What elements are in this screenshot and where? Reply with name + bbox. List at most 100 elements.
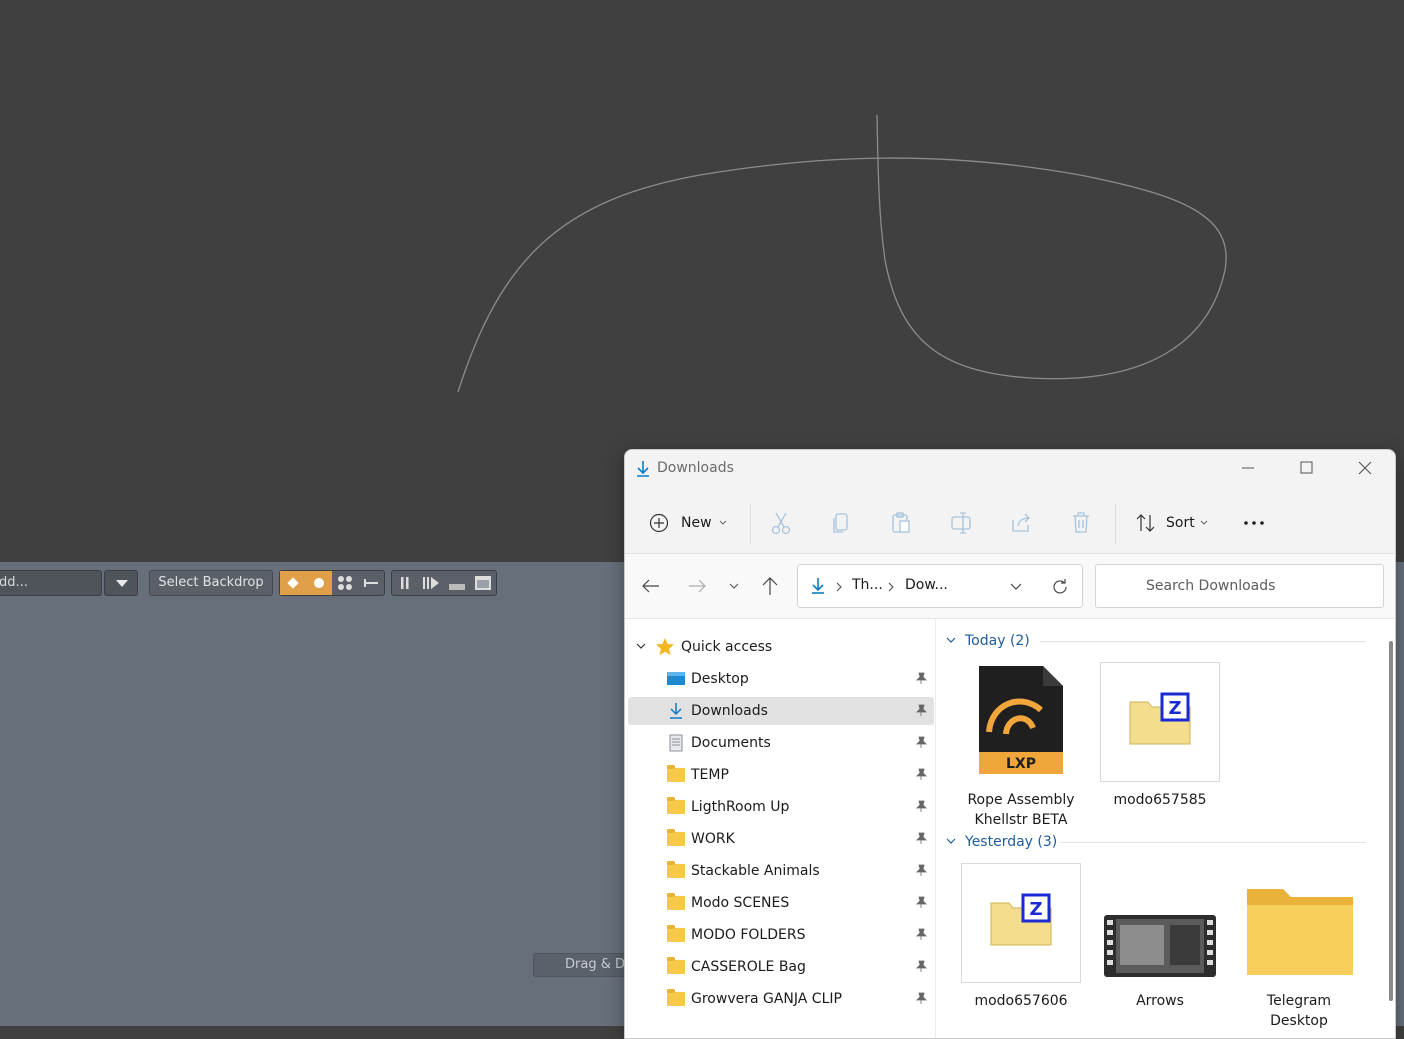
group-divider <box>1040 641 1366 642</box>
file-tile[interactable]: Arrows <box>1100 863 1220 1013</box>
title-bar[interactable]: Downloads <box>625 450 1395 490</box>
pin-icon <box>916 704 927 716</box>
sort-icon <box>1136 514 1155 532</box>
command-bar: New Sort <box>625 490 1395 554</box>
toolbar-divider <box>1115 504 1116 544</box>
search-input[interactable]: Search Downloads <box>1095 564 1384 608</box>
nav-folder-lightroom[interactable]: LigthRoom Up <box>628 793 934 821</box>
zip-badge-text: Z <box>1029 899 1042 920</box>
up-arrow-icon[interactable] <box>761 576 779 596</box>
breadcrumb-downloads[interactable]: Dow... <box>905 577 948 593</box>
nav-item-label: MODO FOLDERS <box>691 927 806 943</box>
navigation-bar: Th... Dow... Search Downloads <box>625 554 1395 618</box>
nav-documents[interactable]: Documents <box>628 729 934 757</box>
nav-item-label: Growvera GANJA CLIP <box>691 991 842 1007</box>
folder-icon <box>667 829 685 846</box>
folder-icon <box>667 765 685 782</box>
pin-icon <box>916 672 927 684</box>
nav-folder-stackable[interactable]: Stackable Animals <box>628 857 934 885</box>
file-explorer-window: Downloads New Sort Th... Dow... Search D… <box>624 449 1396 1039</box>
scrollbar-thumb[interactable] <box>1389 641 1393 1001</box>
more-options-icon[interactable] <box>1242 508 1266 538</box>
diamond-mode-icon[interactable] <box>280 571 306 595</box>
chevron-down-icon <box>1200 520 1208 525</box>
nav-item-label: CASSEROLE Bag <box>691 959 806 975</box>
file-tile[interactable]: Z modo657585 <box>1100 662 1220 812</box>
address-dropdown-icon[interactable] <box>1010 583 1022 591</box>
folder-icon <box>667 957 685 974</box>
nav-folder-temp[interactable]: TEMP <box>628 761 934 789</box>
forward-arrow-icon[interactable] <box>687 578 707 594</box>
nav-folder-modo-folders[interactable]: MODO FOLDERS <box>628 921 934 949</box>
file-name: Arrows <box>1136 993 1184 1009</box>
pin-icon <box>916 896 927 908</box>
step-icon[interactable] <box>418 571 444 595</box>
paste-icon[interactable] <box>889 508 913 538</box>
select-backdrop-button[interactable]: Select Backdrop <box>149 570 273 596</box>
lxp-badge-text: LXP <box>1006 756 1036 772</box>
pin-icon <box>916 768 927 780</box>
minimize-button[interactable] <box>1219 450 1277 486</box>
documents-icon <box>666 734 686 752</box>
nav-downloads[interactable]: Downloads <box>628 697 934 725</box>
pin-icon <box>916 736 927 748</box>
rename-icon[interactable] <box>949 508 973 538</box>
download-icon <box>666 702 686 720</box>
file-tile[interactable]: LXP Rope Assembly Khellstr BETA <box>961 662 1081 828</box>
circle-mode-icon[interactable] <box>306 571 332 595</box>
nav-item-label: WORK <box>691 831 735 847</box>
nav-item-label: LigthRoom Up <box>691 799 790 815</box>
file-tile[interactable]: Telegram Desktop <box>1239 863 1359 1033</box>
back-arrow-icon[interactable] <box>641 578 661 594</box>
nav-item-label: Stackable Animals <box>691 863 820 879</box>
pin-icon <box>916 928 927 940</box>
vertical-scrollbar[interactable] <box>1387 621 1395 1038</box>
navigation-pane[interactable]: Quick access Desktop Downloads Documents… <box>625 619 935 1038</box>
nav-folder-modo-scenes[interactable]: Modo SCENES <box>628 889 934 917</box>
delete-icon[interactable] <box>1069 508 1093 538</box>
recent-locations-chevron-icon[interactable] <box>729 582 739 590</box>
address-bar[interactable]: Th... Dow... <box>797 564 1083 608</box>
sort-button[interactable]: Sort <box>1135 508 1215 538</box>
breadcrumb-this-pc[interactable]: Th... <box>852 577 883 593</box>
chevron-right-icon <box>836 582 842 592</box>
star-icon <box>656 638 674 656</box>
pin-icon <box>916 832 927 844</box>
toolbar-divider <box>750 504 751 544</box>
grid-mode-icon[interactable] <box>332 571 358 595</box>
nav-desktop[interactable]: Desktop <box>628 665 934 693</box>
node-view-group <box>391 570 497 596</box>
quick-access-label: Quick access <box>681 639 773 655</box>
file-name: Telegram Desktop <box>1266 993 1332 1029</box>
line-mode-icon[interactable] <box>358 571 384 595</box>
nav-quick-access[interactable]: Quick access <box>628 633 934 661</box>
chevron-down-icon <box>946 637 956 643</box>
refresh-icon[interactable] <box>1050 577 1070 597</box>
file-name: Rope Assembly Khellstr BETA <box>967 792 1075 828</box>
pin-icon <box>916 864 927 876</box>
new-button[interactable]: New <box>649 508 739 538</box>
add-node-dropdown-field[interactable]: dd... <box>0 570 102 596</box>
nav-folder-casserole[interactable]: CASSEROLE Bag <box>628 953 934 981</box>
cut-icon[interactable] <box>769 508 793 538</box>
file-tile[interactable]: Z modo657606 <box>961 863 1081 1013</box>
nav-item-label: TEMP <box>691 767 729 783</box>
share-icon[interactable] <box>1009 508 1033 538</box>
desktop-icon <box>666 670 686 688</box>
video-file-icon <box>1104 915 1216 977</box>
collapse-icon[interactable] <box>444 571 470 595</box>
file-name: modo657585 <box>1113 792 1207 808</box>
copy-icon[interactable] <box>829 508 853 538</box>
nav-folder-growvera[interactable]: Growvera GANJA CLIP <box>628 985 934 1013</box>
maximize-button[interactable] <box>1277 450 1335 486</box>
chevron-right-icon <box>888 582 894 592</box>
node-mode-group <box>279 570 385 596</box>
pause-icon[interactable] <box>392 571 418 595</box>
panel-icon[interactable] <box>470 571 496 595</box>
pin-icon <box>916 800 927 812</box>
close-button[interactable] <box>1335 450 1393 486</box>
file-list[interactable]: Today (2) LXP Rope Assembly Khellstr BET… <box>936 619 1386 1038</box>
nav-folder-work[interactable]: WORK <box>628 825 934 853</box>
dropdown-arrow-icon[interactable] <box>104 570 138 596</box>
chevron-down-icon <box>946 838 956 844</box>
